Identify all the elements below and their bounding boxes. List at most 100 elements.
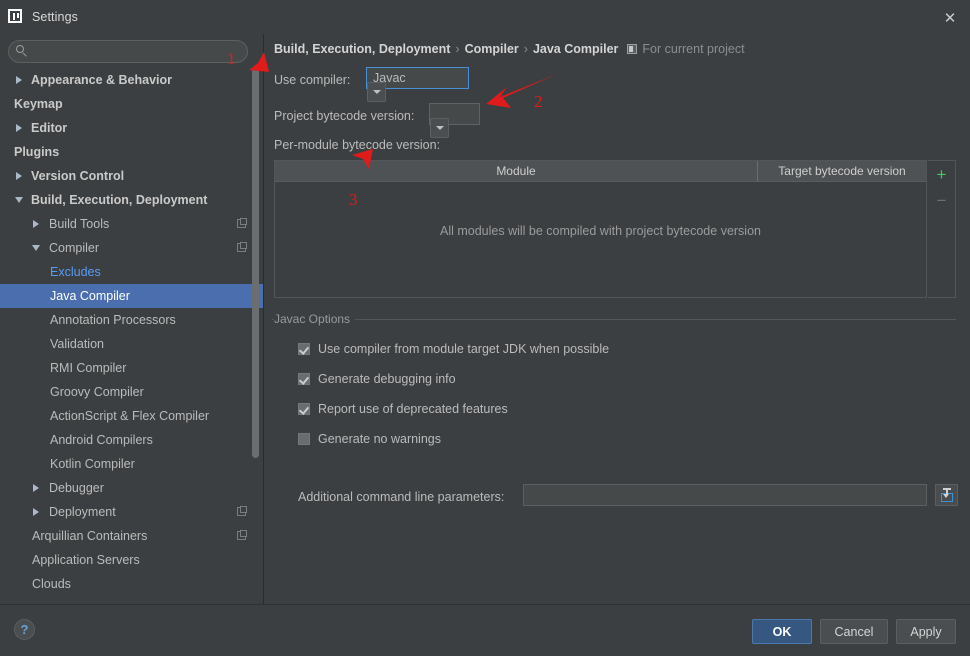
sidebar-item-rmi-compiler[interactable]: RMI Compiler [0, 356, 263, 380]
checkbox-box[interactable] [298, 343, 310, 355]
copy-settings-icon [237, 217, 247, 228]
chevron-down-icon[interactable] [32, 245, 40, 251]
remove-module-button: − [936, 190, 947, 210]
sidebar-item-label: Clouds [32, 577, 71, 591]
javac-options-title: Javac Options [274, 312, 356, 326]
breadcrumb: Build, Execution, Deployment › Compiler … [274, 42, 745, 56]
breadcrumb-separator: › [455, 42, 460, 56]
copy-settings-icon [237, 505, 247, 516]
sidebar-item-build-execution-deployment[interactable]: Build, Execution, Deployment [0, 188, 263, 212]
chevron-down-icon[interactable] [367, 82, 386, 102]
copy-settings-icon [237, 241, 247, 252]
window-title: Settings [32, 10, 78, 24]
sidebar-item-arquillian-containers[interactable]: Arquillian Containers [0, 524, 263, 548]
chevron-down-icon[interactable] [15, 197, 23, 203]
scope-note: For current project [642, 42, 745, 56]
settings-dialog: Settings ✕ Appearance & Behavior Keymap Ed… [0, 0, 970, 656]
chevron-right-icon[interactable] [33, 484, 39, 492]
sidebar-item-clouds[interactable]: Clouds [0, 572, 263, 596]
chevron-right-icon[interactable] [16, 76, 22, 84]
checkbox-generate-no-warnings[interactable]: Generate no warnings [298, 432, 441, 446]
add-module-button[interactable]: + [928, 161, 955, 187]
breadcrumb-item-compiler[interactable]: Compiler [465, 42, 519, 56]
sidebar-item-keymap[interactable]: Keymap [0, 92, 263, 116]
chevron-right-icon[interactable] [16, 124, 22, 132]
checkbox-label: Generate debugging info [318, 372, 456, 386]
sidebar-item-label: Validation [50, 337, 104, 351]
sidebar-item-compiler[interactable]: Compiler [0, 236, 263, 260]
project-bytecode-dropdown[interactable] [429, 103, 480, 138]
breadcrumb-item-java-compiler: Java Compiler [532, 42, 619, 56]
sidebar-item-version-control[interactable]: Version Control [0, 164, 263, 188]
sidebar-item-debugger[interactable]: Debugger [0, 476, 263, 500]
search-input[interactable] [29, 44, 247, 59]
sidebar-item-android-compilers[interactable]: Android Compilers [0, 428, 263, 452]
sidebar-item-java-compiler[interactable]: Java Compiler [0, 284, 263, 308]
settings-sidebar: Appearance & Behavior Keymap Editor Plugins… [0, 34, 264, 604]
project-scope-icon [627, 44, 638, 54]
checkbox-box[interactable] [298, 373, 310, 385]
sidebar-item-deployment[interactable]: Deployment [0, 500, 263, 524]
checkbox-report-deprecated[interactable]: Report use of deprecated features [298, 402, 508, 416]
apply-button[interactable]: Apply [896, 619, 956, 644]
sidebar-item-groovy-compiler[interactable]: Groovy Compiler [0, 380, 263, 404]
checkbox-generate-debugging-info[interactable]: Generate debugging info [298, 372, 456, 386]
additional-params-label: Additional command line parameters: [298, 490, 505, 504]
project-bytecode-label: Project bytecode version: [274, 109, 415, 123]
dialog-footer: ? OK Cancel Apply [0, 604, 970, 656]
chevron-down-icon[interactable] [430, 118, 449, 138]
sidebar-item-actionscript-flex-compiler[interactable]: ActionScript & Flex Compiler [0, 404, 263, 428]
sidebar-item-excludes[interactable]: Excludes [0, 260, 263, 284]
sidebar-item-label: Editor [31, 121, 68, 135]
sidebar-item-label: Appearance & Behavior [31, 73, 173, 87]
sidebar-item-label: Arquillian Containers [32, 529, 148, 543]
checkbox-label: Report use of deprecated features [318, 402, 508, 416]
checkbox-use-compiler-from-module-jdk[interactable]: Use compiler from module target JDK when… [298, 342, 609, 356]
ok-button[interactable]: OK [752, 619, 812, 644]
sidebar-item-label: Compiler [49, 241, 100, 255]
sidebar-item-plugins[interactable]: Plugins [0, 140, 263, 164]
chevron-right-icon[interactable] [33, 220, 39, 228]
search-icon [16, 45, 29, 58]
sidebar-item-label: Deployment [49, 505, 116, 519]
breadcrumb-item-build[interactable]: Build, Execution, Deployment [274, 42, 450, 56]
checkbox-box[interactable] [298, 433, 310, 445]
table-empty-message: All modules will be compiled with projec… [440, 224, 761, 238]
close-icon[interactable]: ✕ [940, 8, 960, 28]
column-header-module[interactable]: Module [275, 161, 758, 181]
sidebar-item-label: Kotlin Compiler [50, 457, 135, 471]
per-module-bytecode-label: Per-module bytecode version: [274, 138, 441, 152]
breadcrumb-separator: › [523, 42, 528, 56]
settings-panel: Build, Execution, Deployment › Compiler … [264, 34, 970, 604]
sidebar-item-label: Excludes [50, 265, 101, 279]
checkbox-box[interactable] [298, 403, 310, 415]
help-button[interactable]: ? [14, 619, 35, 640]
search-box[interactable] [8, 40, 248, 63]
sidebar-item-annotation-processors[interactable]: Annotation Processors [0, 308, 263, 332]
sidebar-item-validation[interactable]: Validation [0, 332, 263, 356]
column-header-target-bytecode[interactable]: Target bytecode version [758, 161, 926, 181]
chevron-right-icon[interactable] [33, 508, 39, 516]
per-module-bytecode-table[interactable]: Module Target bytecode version All modul… [274, 160, 927, 298]
sidebar-item-build-tools[interactable]: Build Tools [0, 212, 263, 236]
insert-macro-icon[interactable] [935, 484, 958, 506]
checkbox-label: Use compiler from module target JDK when… [318, 342, 610, 356]
sidebar-item-application-servers[interactable]: Application Servers [0, 548, 263, 572]
chevron-right-icon[interactable] [16, 172, 22, 180]
sidebar-item-label: Groovy Compiler [50, 385, 144, 399]
sidebar-item-kotlin-compiler[interactable]: Kotlin Compiler [0, 452, 263, 476]
sidebar-item-appearance-behavior[interactable]: Appearance & Behavior [0, 68, 263, 92]
title-bar: Settings ✕ [0, 0, 970, 34]
sidebar-item-label: ActionScript & Flex Compiler [50, 409, 210, 423]
annotation-number-3: 3 [349, 190, 358, 209]
sidebar-scrollbar-thumb[interactable] [252, 68, 259, 458]
sidebar-item-label: Debugger [49, 481, 104, 495]
settings-tree[interactable]: Appearance & Behavior Keymap Editor Plugins… [0, 68, 263, 604]
sidebar-item-label: Android Compilers [50, 433, 153, 447]
checkbox-label: Generate no warnings [318, 432, 441, 446]
use-compiler-dropdown[interactable]: Javac [366, 67, 469, 102]
sidebar-item-editor[interactable]: Editor [0, 116, 263, 140]
additional-params-input[interactable] [523, 484, 927, 506]
copy-settings-icon [237, 529, 247, 540]
cancel-button[interactable]: Cancel [820, 619, 888, 644]
